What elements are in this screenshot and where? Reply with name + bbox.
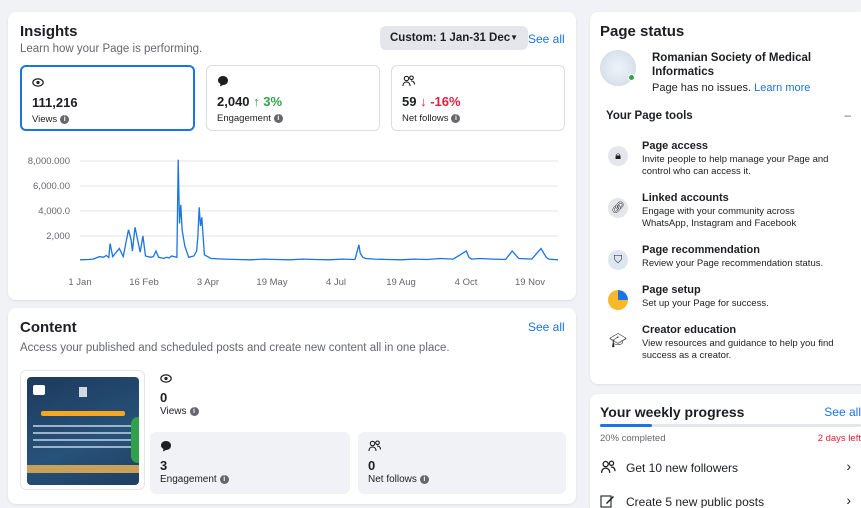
info-icon[interactable]: i <box>219 474 229 484</box>
net-follows-change: ↓ -16% <box>420 94 461 109</box>
tool-creator-education[interactable]: 🎓︎ Creator education View resources and … <box>602 324 852 368</box>
content-engagement-label: Engagement <box>160 474 217 485</box>
task-label: Get 10 new followers <box>626 461 739 475</box>
engagement-value: 2,040 <box>217 94 250 109</box>
x-tick-label: 19 Aug <box>386 277 416 288</box>
learn-more-link[interactable]: Learn more <box>754 82 810 94</box>
weekly-progress-card: Your weekly progress See all 20% complet… <box>590 394 861 508</box>
net-follows-metric-card[interactable]: 59 ↓ -16% Net follows i <box>391 65 565 131</box>
progress-fill <box>600 424 653 427</box>
progress-track <box>600 424 861 427</box>
task-label: Create 5 new public posts <box>626 495 765 508</box>
date-range-label: Custom: 1 Jan-31 Dec <box>390 32 511 44</box>
tool-page-recommendation[interactable]: ⛉ Page recommendation Review your Page r… <box>602 244 852 288</box>
link-icon: 🔗︎ <box>608 198 628 218</box>
task-row[interactable]: Get 10 new followers › <box>600 458 861 480</box>
content-engagement-box: 3 Engagement i <box>150 432 350 494</box>
pie-chart-icon <box>608 290 628 310</box>
edit-icon <box>600 494 615 508</box>
page-status-card: Page status Romanian Society of Medical … <box>590 12 861 384</box>
tool-linked-accounts[interactable]: 🔗︎ Linked accounts Engage with your comm… <box>602 192 852 236</box>
info-icon[interactable]: i <box>189 406 199 416</box>
date-range-dropdown[interactable]: Custom: 1 Jan-31 Dec ▼ <box>380 26 528 50</box>
engagement-metric-card[interactable]: 2,040 ↑ 3% Engagement i <box>206 65 380 131</box>
content-subtitle: Access your published and scheduled post… <box>20 342 450 354</box>
chevron-right-icon: › <box>846 458 851 474</box>
x-tick-label: 3 Apr <box>196 277 220 288</box>
views-metric-card[interactable]: 111,216 Views i <box>20 65 195 131</box>
content-net-follows-box: 0 Net follows i <box>358 432 566 494</box>
content-views-value: 0 <box>160 390 168 405</box>
shield-icon: ⛉ <box>608 250 628 270</box>
task-row[interactable]: Create 5 new public posts › <box>600 492 861 508</box>
views-series-line <box>79 159 559 261</box>
net-follows-label: Net follows <box>402 113 449 124</box>
net-follows-value: 59 <box>402 94 417 109</box>
chat-bubble-icon <box>160 440 172 455</box>
page-avatar[interactable] <box>600 50 636 86</box>
x-tick-label: 16 Feb <box>129 277 159 288</box>
info-icon[interactable]: i <box>419 474 429 484</box>
online-status-dot <box>628 74 635 81</box>
engagement-change: ↑ 3% <box>253 94 283 109</box>
people-icon <box>368 440 382 455</box>
info-icon[interactable]: i <box>273 113 283 123</box>
tool-page-setup[interactable]: Page setup Set up your Page for success. <box>602 284 852 328</box>
line-chart-plot[interactable] <box>8 152 576 297</box>
eye-icon <box>160 372 172 386</box>
caret-down-icon: ▼ <box>510 33 518 42</box>
chat-bubble-icon <box>217 75 229 90</box>
x-tick-label: 4 Oct <box>454 277 478 288</box>
insights-card: Insights Learn how your Page is performi… <box>8 12 576 300</box>
x-tick-label: 19 May <box>256 277 288 288</box>
post-thumbnail[interactable] <box>20 370 145 490</box>
views-chart: 8,000.000 6,000.00 4,000.0 2,000 1 Jan 1… <box>8 152 576 297</box>
content-views-label: Views <box>160 406 187 417</box>
graduation-cap-icon: 🎓︎ <box>609 332 627 348</box>
page-tools-header[interactable]: Your Page tools <box>606 110 693 122</box>
days-left-text: 2 days left <box>817 433 861 444</box>
people-icon <box>600 460 616 477</box>
content-card: Content See all Access your published an… <box>8 308 576 504</box>
x-tick-label: 19 Nov <box>514 277 546 288</box>
info-icon[interactable]: i <box>60 114 70 124</box>
eye-icon <box>32 76 44 90</box>
info-icon[interactable]: i <box>451 113 461 123</box>
weekly-see-all-link[interactable]: See all <box>824 405 861 419</box>
weekly-progress-title: Your weekly progress <box>600 404 745 420</box>
insights-subtitle: Learn how your Page is performing. <box>20 43 203 55</box>
content-see-all-link[interactable]: See all <box>528 320 565 334</box>
engagement-label: Engagement <box>217 113 271 124</box>
content-engagement-value: 3 <box>160 458 168 473</box>
x-tick-label: 1 Jan <box>68 277 92 288</box>
insights-title: Insights <box>20 23 78 40</box>
people-icon <box>402 75 416 90</box>
chevron-right-icon: › <box>846 492 851 508</box>
content-net-follows-label: Net follows <box>368 474 417 485</box>
post-image <box>27 377 139 485</box>
content-title: Content <box>20 319 77 336</box>
page-status-text: Page has no issues. <box>652 82 752 94</box>
insights-see-all-link[interactable]: See all <box>528 32 565 46</box>
views-label: Views <box>32 114 58 125</box>
collapse-icon[interactable]: – <box>844 108 851 122</box>
content-net-follows-value: 0 <box>368 458 376 473</box>
page-name[interactable]: Romanian Society of Medical Informatics <box>652 51 811 79</box>
tool-page-access[interactable]: 🔒︎ Page access Invite people to help man… <box>602 140 852 184</box>
x-tick-label: 4 Jul <box>325 277 347 288</box>
progress-completed-text: 20% completed <box>600 433 666 444</box>
content-views-box: 0 Views i <box>150 364 566 426</box>
page-status-title: Page status <box>600 23 685 40</box>
views-value: 111,216 <box>32 95 78 110</box>
lock-icon: 🔒︎ <box>608 146 628 166</box>
